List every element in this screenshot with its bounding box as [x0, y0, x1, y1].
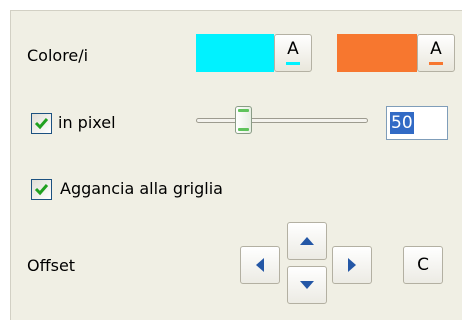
secondary-color-picker: A: [337, 34, 455, 72]
offset-down-button[interactable]: [287, 266, 327, 304]
pixel-slider-track[interactable]: [196, 118, 368, 123]
font-color-underline: [286, 62, 300, 65]
colors-label: Colore/i: [27, 46, 89, 65]
offset-left-button[interactable]: [240, 246, 280, 284]
offset-right-button[interactable]: [332, 246, 372, 284]
font-color-icon: A: [287, 39, 299, 59]
offset-up-button[interactable]: [287, 222, 327, 260]
triangle-up-icon: [300, 237, 314, 245]
checkmark-icon: [34, 184, 49, 196]
in-pixel-checkbox[interactable]: [31, 113, 52, 134]
secondary-color-swatch[interactable]: [337, 34, 417, 72]
offset-center-button[interactable]: C: [403, 246, 443, 284]
primary-font-color-button[interactable]: A: [274, 34, 312, 72]
checkmark-icon: [34, 118, 49, 130]
pixel-slider-thumb[interactable]: [235, 106, 252, 134]
primary-color-picker: A: [196, 34, 312, 72]
font-color-icon: A: [430, 39, 442, 59]
in-pixel-label: in pixel: [58, 113, 116, 132]
pixel-value-input[interactable]: 50: [386, 106, 448, 140]
offset-label: Offset: [27, 256, 76, 275]
pixel-value-text: 50: [390, 112, 414, 134]
secondary-font-color-button[interactable]: A: [417, 34, 455, 72]
primary-color-swatch[interactable]: [196, 34, 274, 72]
snap-to-grid-checkbox[interactable]: [31, 179, 52, 200]
offset-center-label: C: [417, 255, 429, 275]
snap-to-grid-label: Aggancia alla griglia: [60, 179, 223, 198]
triangle-left-icon: [256, 258, 264, 272]
triangle-right-icon: [348, 258, 356, 272]
triangle-down-icon: [300, 281, 314, 289]
font-color-underline: [429, 62, 443, 65]
